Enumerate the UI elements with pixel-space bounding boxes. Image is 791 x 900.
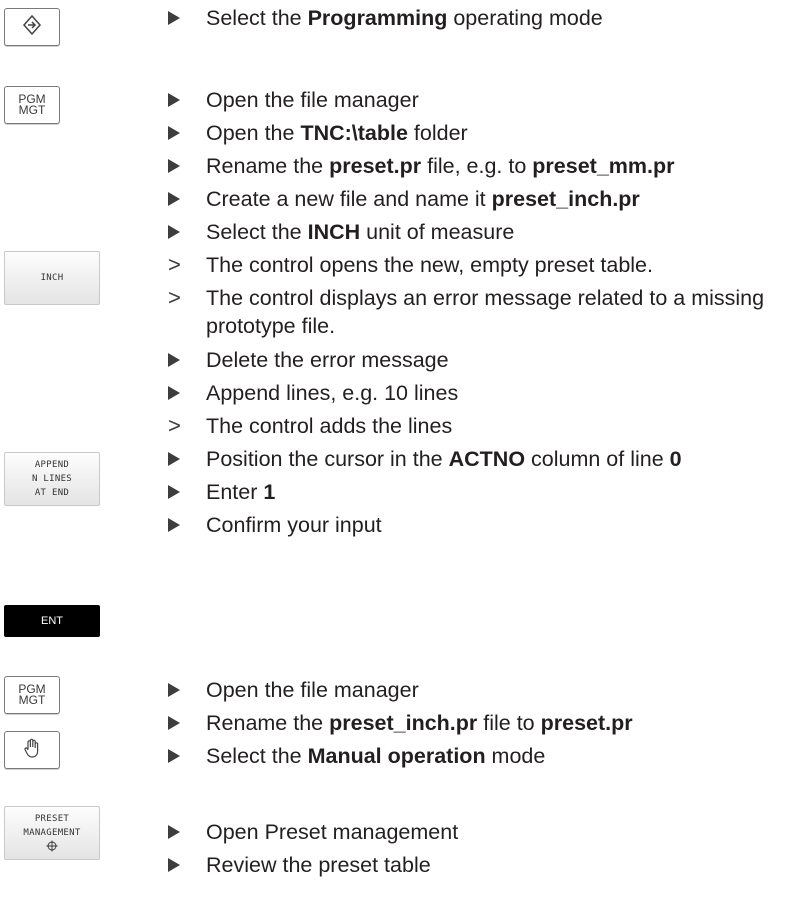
manual-operation-key[interactable] <box>4 731 60 769</box>
crosshair-icon <box>46 840 58 854</box>
result-arrow-icon: > <box>168 285 181 310</box>
step-emphasis: 0 <box>669 447 682 471</box>
step-text: file, e.g. to <box>421 154 533 178</box>
step-emphasis: preset_inch.pr <box>491 187 640 211</box>
result-error-message: > The control displays an error message … <box>168 284 786 340</box>
bullet-triangle-icon <box>168 379 206 407</box>
step-position-cursor: Position the cursor in the ACTNO column … <box>168 445 682 473</box>
step-text: Rename the <box>206 154 330 178</box>
step-open-preset-management: Open Preset management <box>168 818 458 846</box>
result-arrow-icon: > <box>168 413 181 438</box>
step-open-file-manager: Open the file manager <box>168 86 419 114</box>
step-append-lines: Append lines, e.g. 10 lines <box>168 379 458 407</box>
result-arrow-icon: > <box>168 252 181 277</box>
step-delete-error: Delete the error message <box>168 346 449 374</box>
step-rename-preset: Rename the preset.pr file, e.g. to prese… <box>168 152 674 180</box>
step-confirm-input: Confirm your input <box>168 511 382 539</box>
step-emphasis: Programming <box>307 6 448 30</box>
step-text: Select the <box>206 6 308 30</box>
bullet-triangle-icon <box>168 818 206 846</box>
programming-mode-key[interactable] <box>4 8 60 46</box>
bullet-triangle-icon <box>168 4 206 32</box>
step-open-file-manager-2: Open the file manager <box>168 676 419 704</box>
step-text: Open the file manager <box>206 678 419 702</box>
step-emphasis: Manual operation <box>307 744 486 768</box>
step-select-programming-mode: Select the Programming operating mode <box>168 4 603 32</box>
bullet-triangle-icon <box>168 152 206 180</box>
step-text: unit of measure <box>360 220 515 244</box>
step-text: Confirm your input <box>206 513 382 537</box>
step-text: Delete the error message <box>206 348 449 372</box>
bullet-triangle-icon <box>168 185 206 213</box>
pgm-mgt-key[interactable]: PGM MGT <box>4 86 60 124</box>
pgm-mgt-label: PGM MGT <box>18 682 46 707</box>
step-select-manual-operation: Select the Manual operation mode <box>168 742 545 770</box>
step-text: file to <box>477 711 541 735</box>
step-emphasis: 1 <box>263 480 276 504</box>
step-text: Select the <box>206 220 308 244</box>
step-text: Append lines, e.g. 10 lines <box>206 381 459 405</box>
append-lines-label: APPEND N LINES AT END <box>31 460 73 498</box>
step-text: folder <box>407 121 468 145</box>
step-select-inch: Select the INCH unit of measure <box>168 218 514 246</box>
step-text: Open the <box>206 121 301 145</box>
step-text: Review the preset table <box>206 853 431 877</box>
ent-key[interactable]: ENT <box>4 605 100 637</box>
step-text: The control displays an error message re… <box>206 286 765 338</box>
append-n-lines-softkey[interactable]: APPEND N LINES AT END <box>4 452 100 506</box>
bullet-triangle-icon <box>168 445 206 473</box>
bullet-triangle-icon <box>168 709 206 737</box>
programming-mode-icon <box>21 14 43 41</box>
step-emphasis: preset_inch.pr <box>329 711 478 735</box>
step-review-preset-table: Review the preset table <box>168 851 431 879</box>
bullet-triangle-icon <box>168 742 206 770</box>
inch-label: INCH <box>40 273 64 283</box>
step-text: column of line <box>525 447 670 471</box>
step-text: The control adds the lines <box>206 414 453 438</box>
bullet-triangle-icon <box>168 676 206 704</box>
step-enter-value: Enter 1 <box>168 478 275 506</box>
bullet-triangle-icon <box>168 218 206 246</box>
step-text: The control opens the new, empty preset … <box>206 253 653 277</box>
step-rename-inch-file: Rename the preset_inch.pr file to preset… <box>168 709 633 737</box>
pgm-mgt-key[interactable]: PGM MGT <box>4 676 60 714</box>
step-create-new-file: Create a new file and name it preset_inc… <box>168 185 640 213</box>
inch-softkey[interactable]: INCH <box>4 251 100 305</box>
bullet-triangle-icon <box>168 86 206 114</box>
step-open-table-folder: Open the TNC:\table folder <box>168 119 468 147</box>
step-text: Enter <box>206 480 264 504</box>
step-emphasis: preset.pr <box>329 154 422 178</box>
step-emphasis: TNC:\table <box>300 121 408 145</box>
step-text: operating mode <box>447 6 603 30</box>
step-emphasis: preset_mm.pr <box>532 154 675 178</box>
step-text: Select the <box>206 744 308 768</box>
preset-management-label: PRESET MANAGEMENT <box>23 814 81 838</box>
step-emphasis: ACTNO <box>448 447 526 471</box>
step-text: Create a new file and name it <box>206 187 492 211</box>
step-emphasis: INCH <box>307 220 361 244</box>
step-text: Open the file manager <box>206 88 419 112</box>
bullet-triangle-icon <box>168 478 206 506</box>
result-adds-lines: > The control adds the lines <box>168 412 452 440</box>
step-text: Rename the <box>206 711 330 735</box>
bullet-triangle-icon <box>168 851 206 879</box>
result-opens-table: > The control opens the new, empty prese… <box>168 251 653 279</box>
bullet-triangle-icon <box>168 119 206 147</box>
bullet-triangle-icon <box>168 511 206 539</box>
bullet-triangle-icon <box>168 346 206 374</box>
step-emphasis: preset.pr <box>540 711 633 735</box>
hand-icon <box>22 737 42 764</box>
step-text: Open Preset management <box>206 820 459 844</box>
ent-label: ENT <box>41 615 63 627</box>
pgm-mgt-label: PGM MGT <box>18 92 46 117</box>
step-text: mode <box>485 744 546 768</box>
preset-management-softkey[interactable]: PRESET MANAGEMENT <box>4 806 100 860</box>
step-text: Position the cursor in the <box>206 447 449 471</box>
